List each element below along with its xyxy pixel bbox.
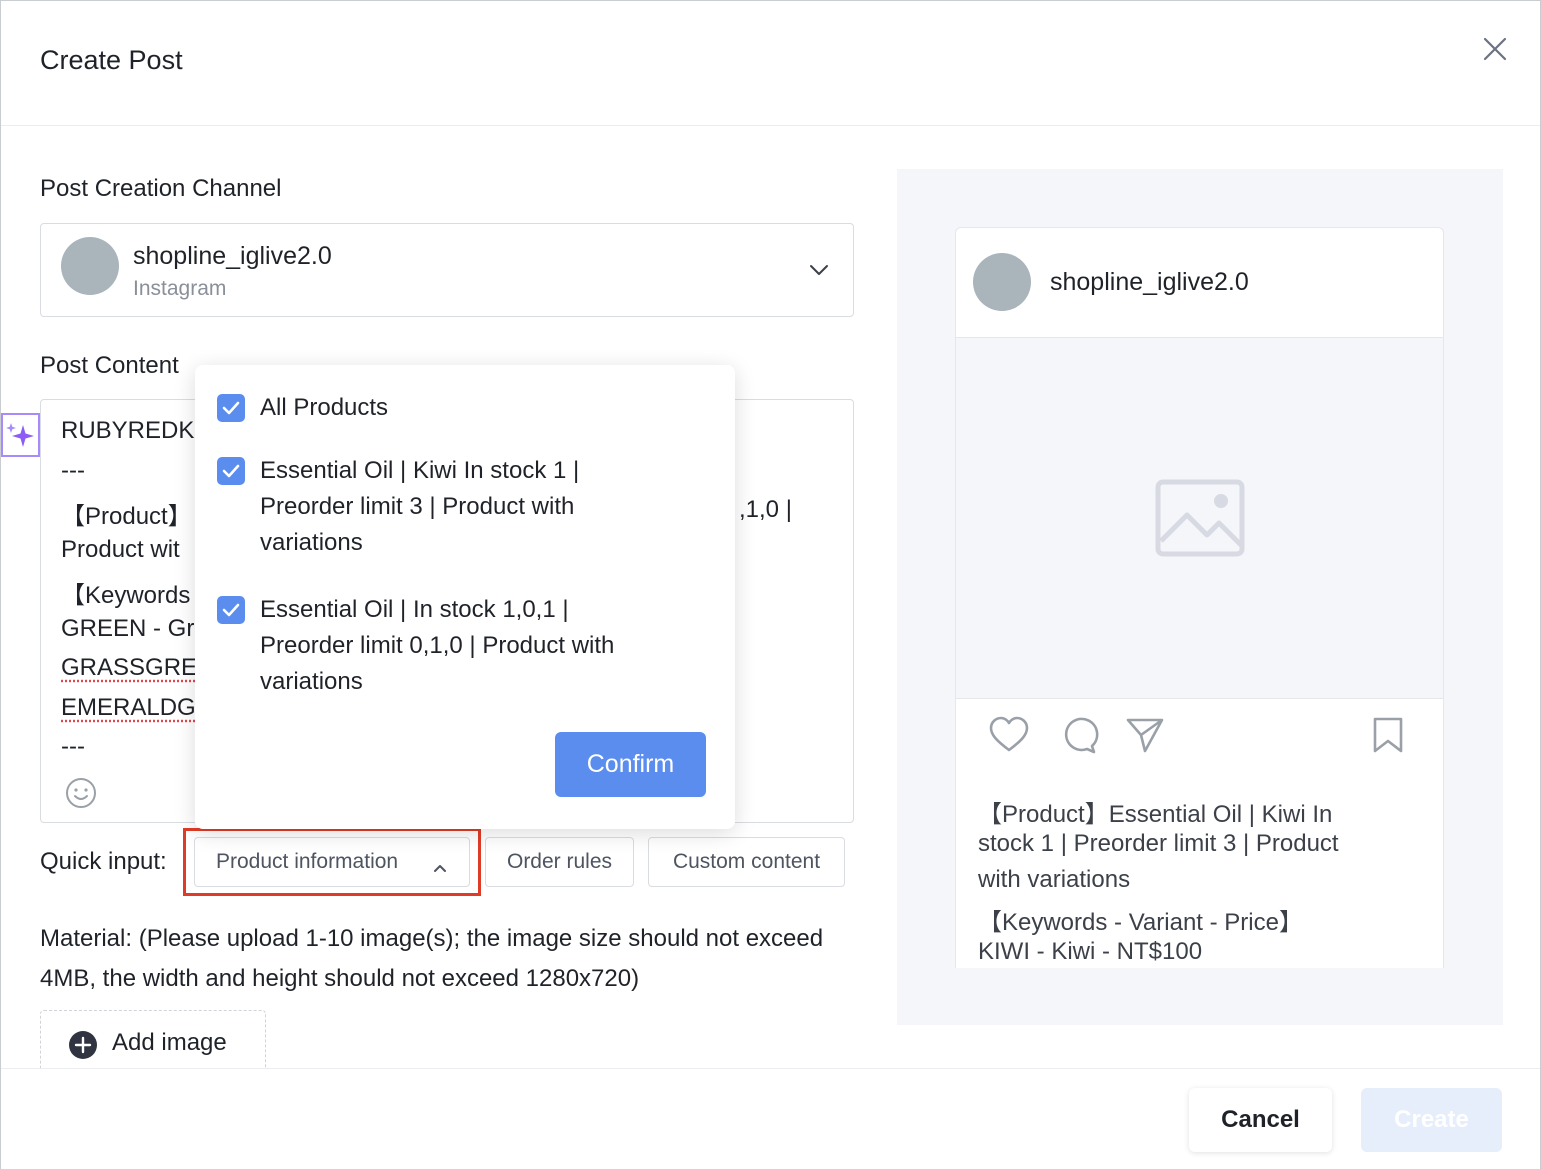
product-kiwi-checkbox[interactable] xyxy=(217,457,245,485)
content-line: --- xyxy=(61,733,85,760)
content-line: --- xyxy=(61,457,85,484)
quick-input-label: Quick input: xyxy=(40,848,167,875)
send-icon[interactable] xyxy=(1124,715,1166,755)
option-label: variations xyxy=(260,529,363,556)
option-label: Preorder limit 0,1,0 | Product with xyxy=(260,632,615,659)
custom-content-button[interactable]: Custom content xyxy=(648,837,845,887)
content-line: EMERALDG xyxy=(61,694,196,721)
preview-image-area xyxy=(956,338,1443,699)
close-icon[interactable] xyxy=(1479,33,1511,65)
preview-caption-line: stock 1 | Preorder limit 3 | Product xyxy=(978,830,1339,857)
product-selection-dropdown: All Products Essential Oil | Kiwi In sto… xyxy=(195,365,735,829)
product-variations-checkbox[interactable] xyxy=(217,596,245,624)
option-label: Essential Oil | Kiwi In stock 1 | xyxy=(260,457,580,484)
image-placeholder-icon xyxy=(1155,479,1245,557)
preview-caption-line: 【Product】Essential Oil | Kiwi In xyxy=(978,801,1333,828)
preview-caption-line: KIWI - Kiwi - NT$100 xyxy=(978,938,1203,965)
preview-caption-line: 【Keywords - Variant - Price】 xyxy=(978,909,1303,936)
all-products-checkbox[interactable] xyxy=(217,394,245,422)
modal-header: Create Post xyxy=(1,1,1540,126)
plus-circle-icon xyxy=(68,1030,98,1060)
create-post-modal: Create Post Post Creation Channel shopli… xyxy=(0,0,1541,1169)
chevron-down-icon xyxy=(808,262,830,278)
channel-platform: Instagram xyxy=(133,277,227,300)
post-content-label: Post Content xyxy=(40,352,179,379)
channel-select[interactable]: shopline_iglive2.0 Instagram xyxy=(40,223,854,317)
comment-icon[interactable] xyxy=(1058,715,1100,755)
instagram-preview-card: shopline_iglive2.0 【Product】Essential Oi… xyxy=(955,227,1444,968)
preview-account-name: shopline_iglive2.0 xyxy=(1050,268,1249,296)
cancel-button[interactable]: Cancel xyxy=(1189,1088,1332,1152)
option-label: All Products xyxy=(260,394,389,421)
channel-name: shopline_iglive2.0 xyxy=(133,242,332,270)
modal-footer: Cancel Create xyxy=(1,1068,1540,1169)
ai-sparkle-icon[interactable] xyxy=(1,413,40,457)
option-label: Preorder limit 3 | Product with xyxy=(260,493,575,520)
channel-avatar xyxy=(61,237,119,295)
content-line: GREEN - Gr xyxy=(61,615,195,642)
highlight-annotation xyxy=(183,828,481,896)
material-instructions: Material: (Please upload 1-10 image(s); … xyxy=(40,925,824,992)
add-image-label: Add image xyxy=(112,1029,227,1056)
content-line-fragment: ,1,0 | xyxy=(739,496,792,523)
content-line: 【Product】 xyxy=(61,503,192,530)
confirm-button[interactable]: Confirm xyxy=(555,732,706,797)
content-line: RUBYREDK xyxy=(61,417,195,444)
create-button[interactable]: Create xyxy=(1361,1088,1502,1152)
heart-icon[interactable] xyxy=(988,715,1030,755)
content-line: 【Keywords xyxy=(61,582,191,609)
preview-caption-line: with variations xyxy=(978,866,1131,893)
preview-avatar xyxy=(973,253,1031,311)
content-line: GRASSGRE xyxy=(61,654,198,681)
preview-header: shopline_iglive2.0 xyxy=(956,228,1443,338)
option-label: variations xyxy=(260,668,363,695)
order-rules-button[interactable]: Order rules xyxy=(485,837,634,887)
content-line: Product wit xyxy=(61,536,180,563)
channel-section-label: Post Creation Channel xyxy=(40,175,282,202)
emoji-icon[interactable] xyxy=(65,777,97,809)
bookmark-icon[interactable] xyxy=(1370,715,1406,755)
modal-title: Create Post xyxy=(40,45,183,75)
option-label: Essential Oil | In stock 1,0,1 | xyxy=(260,596,569,623)
